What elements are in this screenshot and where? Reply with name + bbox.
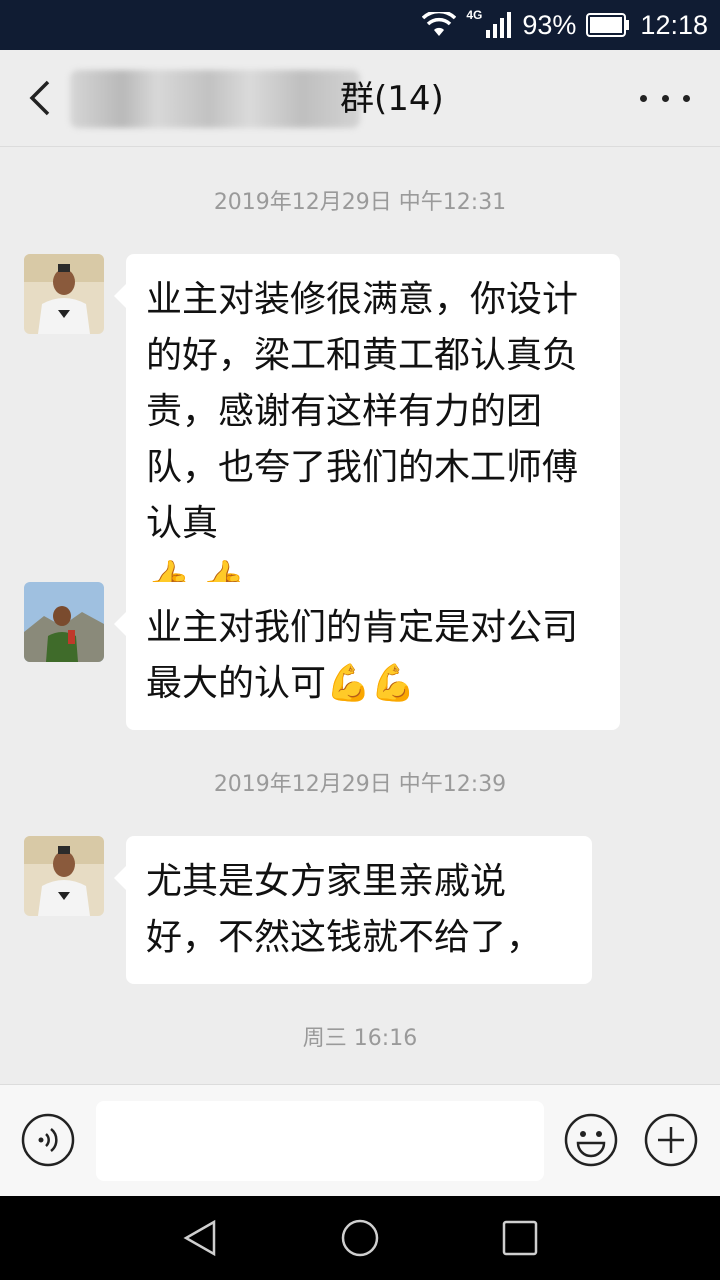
battery-icon	[586, 13, 630, 37]
chat-header: 群(14)	[0, 50, 720, 147]
timestamp: 周三 16:16	[302, 1026, 418, 1051]
status-bar-right: 4G 93% 12:18	[422, 0, 708, 50]
triangle-back-icon	[183, 1219, 216, 1257]
more-dot	[683, 94, 690, 102]
voice-icon	[21, 1113, 75, 1167]
flexed-biceps-icon: 💪	[326, 663, 371, 704]
message-text: 尤其是女方家里亲戚说好，不然这钱就不给了，	[146, 861, 543, 958]
timestamp: 2019年12月29日 中午12:31	[213, 190, 507, 215]
message-text: 业主对装修很满意，你设计的好，梁工和黄工都认真负责，感谢有这样有力的团队，也夸了…	[146, 279, 579, 544]
avatar[interactable]	[24, 254, 104, 334]
chevron-left-icon	[29, 80, 50, 116]
message-bubble[interactable]: 尤其是女方家里亲戚说好，不然这钱就不给了，	[114, 836, 592, 984]
square-recents-icon	[502, 1220, 538, 1256]
more-button[interactable]	[640, 78, 690, 118]
nav-home-button[interactable]	[338, 1216, 382, 1260]
more-dot	[640, 94, 647, 102]
nav-back-button[interactable]	[178, 1216, 222, 1260]
plus-icon	[644, 1113, 698, 1167]
wifi-icon	[422, 12, 457, 38]
status-bar: 4G 93% 12:18	[0, 0, 720, 50]
avatar[interactable]	[24, 836, 104, 916]
battery-percent: 93%	[522, 9, 577, 40]
navigation-bar	[0, 1196, 720, 1280]
chat-title: 群(14)	[340, 79, 444, 119]
blurred-group-name	[70, 70, 360, 128]
input-bar	[0, 1084, 720, 1197]
signal-icon	[486, 12, 512, 38]
more-dot	[661, 94, 669, 102]
message-bubble[interactable]: 业主对装修很满意，你设计的好，梁工和黄工都认真负责，感谢有这样有力的团队，也夸了…	[114, 254, 620, 626]
emoji-button[interactable]	[564, 1113, 618, 1167]
flexed-biceps-icon: 💪	[370, 663, 416, 704]
network-type: 4G	[466, 8, 483, 22]
voice-button[interactable]	[21, 1113, 75, 1167]
timestamp: 2019年12月29日 中午12:39	[213, 772, 507, 797]
plus-button[interactable]	[644, 1113, 698, 1167]
message-input[interactable]	[96, 1101, 544, 1181]
back-button[interactable]	[18, 74, 62, 122]
message-bubble[interactable]: 业主对我们的肯定是对公司最大的认可💪💪	[114, 582, 620, 730]
clock: 12:18	[640, 9, 708, 40]
avatar[interactable]	[24, 582, 104, 662]
nav-recents-button[interactable]	[498, 1216, 542, 1260]
circle-home-icon	[341, 1219, 379, 1257]
smiley-icon	[564, 1113, 618, 1167]
